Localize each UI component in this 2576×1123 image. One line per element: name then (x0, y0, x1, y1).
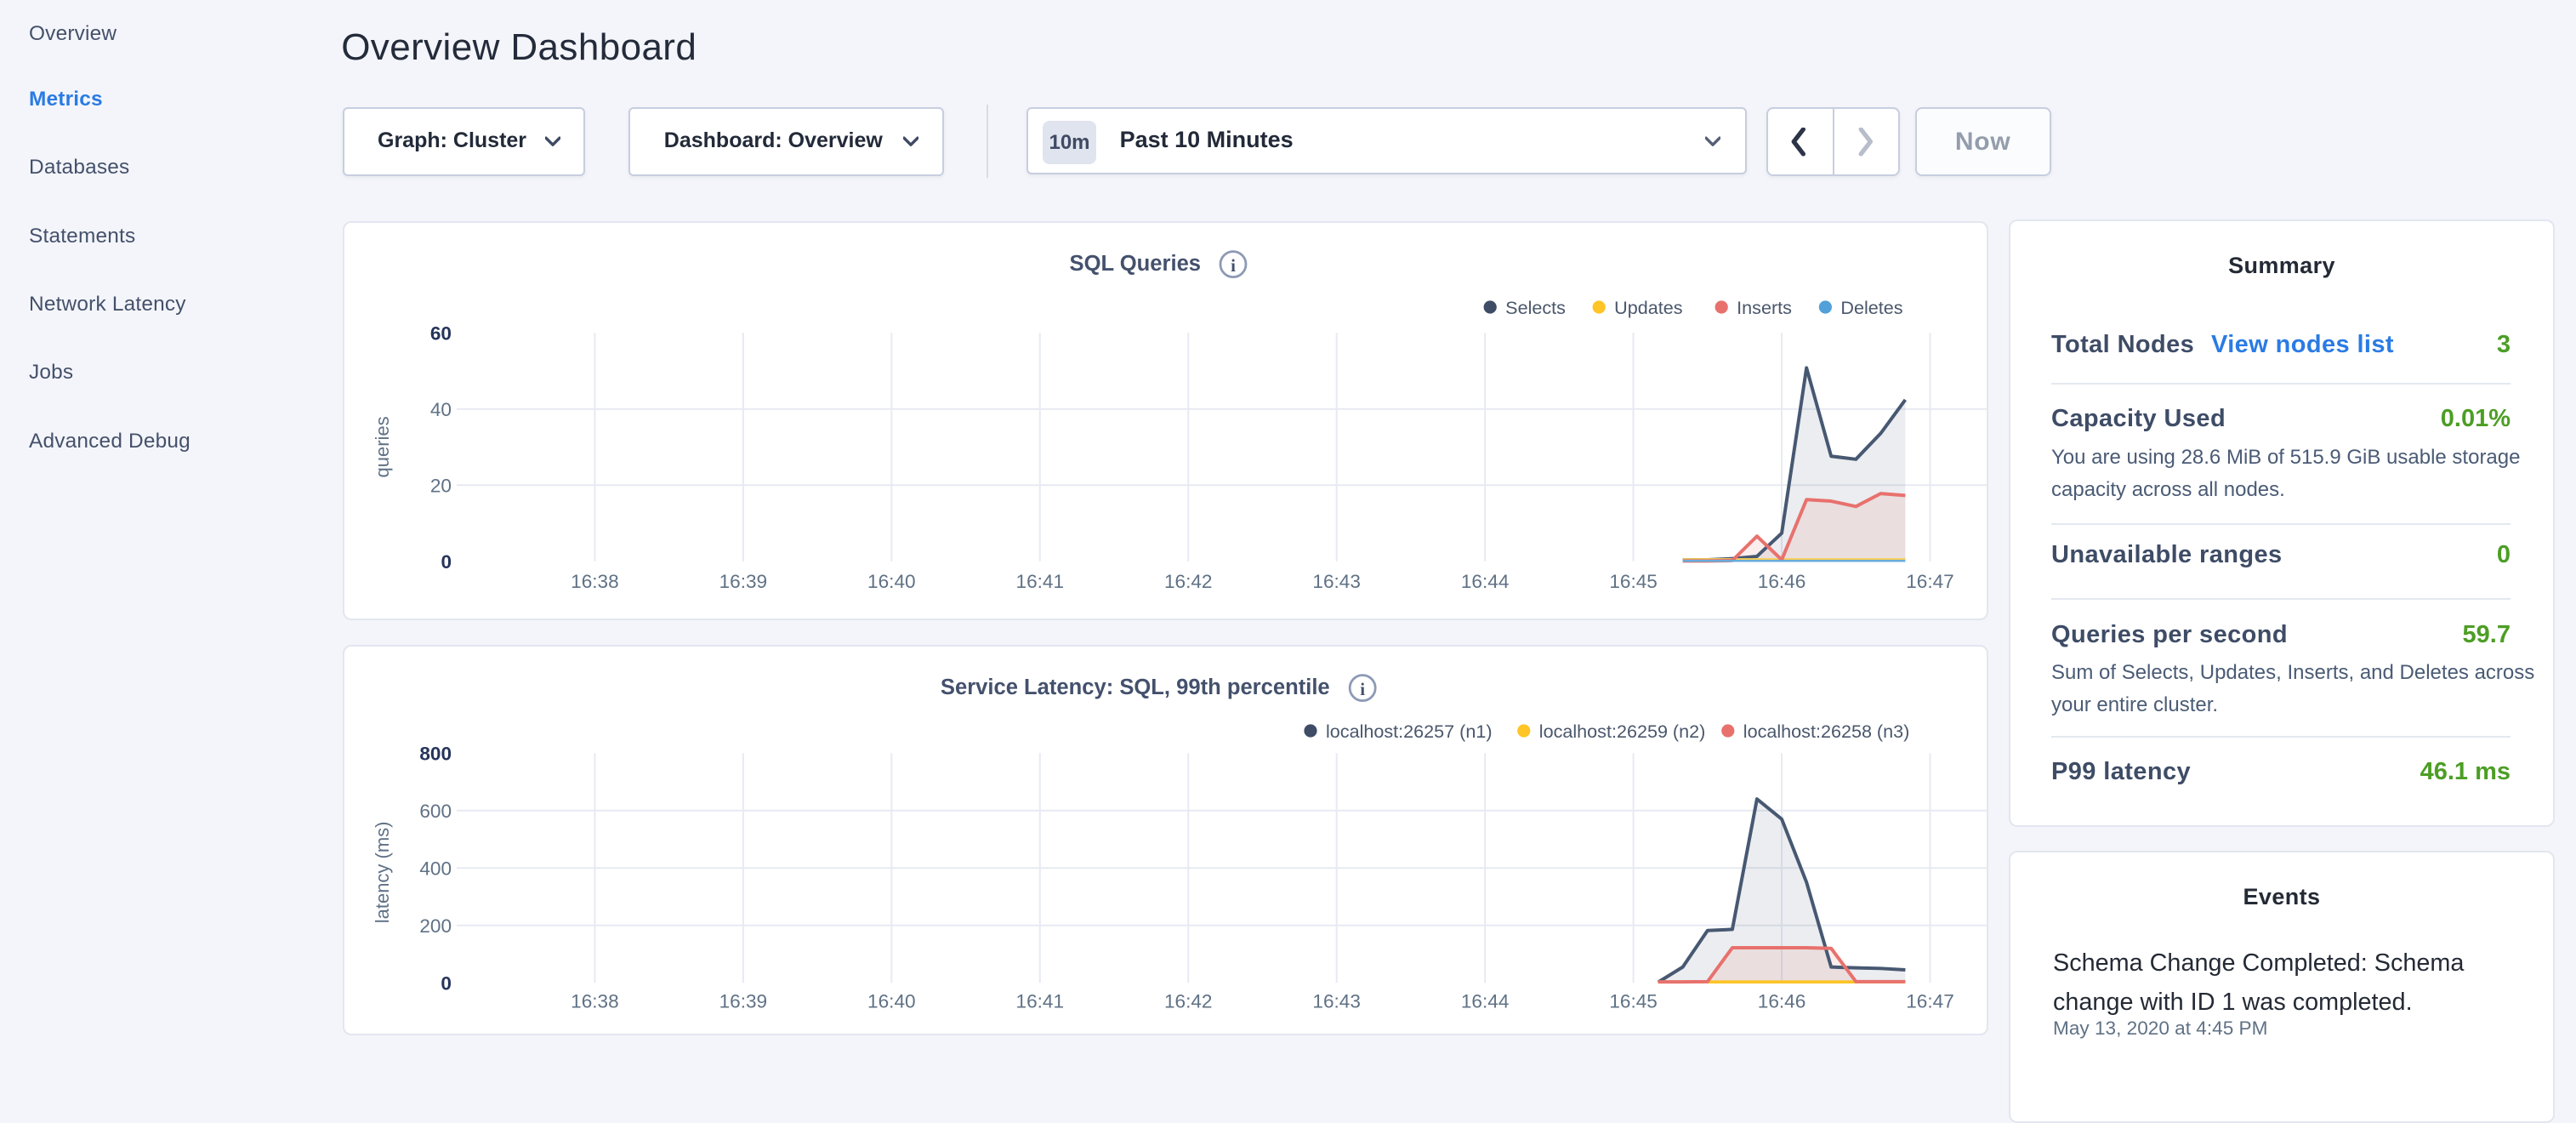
svg-text:16:39: 16:39 (719, 571, 768, 592)
svg-text:localhost:26259 (n2): localhost:26259 (n2) (1539, 721, 1706, 742)
svg-text:Selects: Selects (1505, 297, 1566, 318)
svg-text:200: 200 (420, 915, 452, 937)
svg-text:16:39: 16:39 (719, 990, 768, 1012)
svg-text:0: 0 (441, 551, 452, 573)
svg-text:16:47: 16:47 (1906, 571, 1954, 592)
svg-text:600: 600 (420, 801, 452, 822)
svg-text:400: 400 (420, 858, 452, 879)
svg-text:16:42: 16:42 (1164, 990, 1213, 1012)
svg-text:16:45: 16:45 (1610, 990, 1658, 1012)
svg-text:16:41: 16:41 (1016, 990, 1065, 1012)
svg-text:16:44: 16:44 (1461, 571, 1510, 592)
svg-text:i: i (1231, 255, 1236, 276)
svg-text:localhost:26257 (n1): localhost:26257 (n1) (1326, 721, 1493, 742)
svg-text:16:44: 16:44 (1461, 990, 1510, 1012)
svg-text:16:40: 16:40 (867, 571, 916, 592)
svg-text:latency (ms): latency (ms) (372, 821, 393, 923)
svg-text:16:40: 16:40 (867, 990, 916, 1012)
svg-text:Service Latency: SQL, 99th per: Service Latency: SQL, 99th percentile (941, 676, 1330, 699)
svg-text:16:46: 16:46 (1758, 990, 1806, 1012)
svg-text:SQL Queries: SQL Queries (1070, 252, 1201, 276)
svg-text:16:45: 16:45 (1610, 571, 1658, 592)
svg-text:16:38: 16:38 (571, 990, 619, 1012)
svg-text:Updates: Updates (1614, 297, 1683, 318)
svg-text:Deletes: Deletes (1841, 297, 1903, 318)
svg-text:20: 20 (430, 475, 452, 496)
svg-text:Inserts: Inserts (1737, 297, 1792, 318)
svg-text:i: i (1360, 679, 1365, 699)
svg-text:16:38: 16:38 (571, 571, 619, 592)
svg-text:40: 40 (430, 399, 452, 420)
svg-text:16:43: 16:43 (1313, 571, 1362, 592)
svg-text:localhost:26258 (n3): localhost:26258 (n3) (1743, 721, 1910, 742)
svg-text:800: 800 (420, 743, 452, 764)
svg-text:16:47: 16:47 (1906, 990, 1954, 1012)
svg-text:60: 60 (430, 322, 452, 344)
svg-text:16:43: 16:43 (1313, 990, 1362, 1012)
svg-text:16:46: 16:46 (1758, 571, 1806, 592)
svg-text:queries: queries (372, 416, 393, 477)
svg-text:16:42: 16:42 (1164, 571, 1213, 592)
svg-text:0: 0 (441, 972, 452, 994)
svg-text:16:41: 16:41 (1016, 571, 1065, 592)
